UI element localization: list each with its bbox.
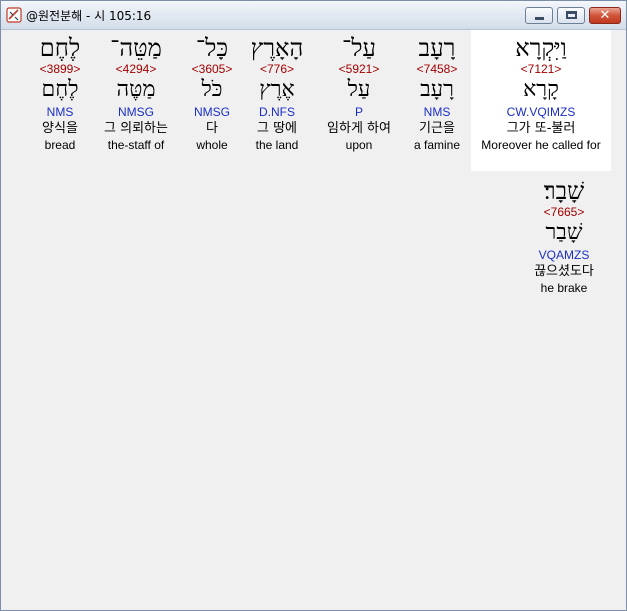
main-window: @원전분해 - 시 105:16 ✕ וַיִּקְרָא <7121> קָר… (0, 0, 627, 611)
korean-gloss: 그 의뢰하는 (104, 121, 168, 136)
word-card[interactable]: מַטֵּה־ <4294> מַטֶּה NMSG 그 의뢰하는 the-st… (93, 34, 179, 153)
strong-number[interactable]: <3605> (185, 62, 239, 76)
morphology-code: NMSG (194, 105, 230, 119)
maximize-icon (566, 11, 577, 19)
hebrew-root: אֶרֶץ (259, 77, 295, 102)
word-card[interactable]: כָּל־ <3605> כֹּל NMSG 다 whole (185, 34, 239, 153)
korean-gloss: 임하게 하여 (327, 121, 391, 136)
word-card[interactable]: שָׁבָר׃ <7665> שָׁבַר VQAMZS 끊으셨도다 he br… (519, 177, 609, 296)
morphology-code: NMSG (118, 105, 154, 119)
english-gloss: the-staff of (107, 138, 165, 152)
morphology-code: VQAMZS (538, 248, 590, 262)
hebrew-root: שָׁבַר (545, 220, 583, 245)
english-gloss: a famine (413, 138, 461, 152)
korean-gloss: 기근을 (419, 121, 455, 136)
korean-gloss: 양식을 (42, 121, 78, 136)
hebrew-word: הָאָרֶץ (250, 34, 304, 62)
minimize-icon (535, 17, 544, 20)
word-card[interactable]: הָאָרֶץ <776> אֶרֶץ D.NFS 그 땅에 the land (244, 34, 310, 153)
word-card[interactable]: עַל־ <5921> עַל P 임하게 하여 upon (315, 34, 403, 153)
english-gloss: the land (255, 138, 299, 152)
hebrew-root: מַטֶּה (116, 77, 156, 102)
close-icon: ✕ (599, 8, 611, 23)
close-button[interactable]: ✕ (589, 7, 621, 24)
maximize-button[interactable] (557, 7, 585, 24)
hebrew-root: לֶחֶם (41, 77, 79, 102)
hebrew-word: רָעָב (418, 34, 456, 62)
app-icon (6, 7, 22, 23)
strong-number[interactable]: <4294> (93, 62, 179, 76)
hebrew-word: עַל־ (342, 34, 376, 62)
strong-number[interactable]: <7458> (403, 62, 471, 76)
hebrew-root: עַל (347, 77, 371, 102)
english-gloss: Moreover he called for (481, 138, 601, 152)
english-gloss: upon (345, 138, 373, 152)
window-title: @원전분해 - 시 105:16 (26, 9, 152, 23)
hebrew-root: כֹּל (201, 77, 223, 102)
korean-gloss: 그 땅에 (256, 121, 297, 136)
title-bar[interactable]: @원전분해 - 시 105:16 ✕ (1, 1, 626, 30)
korean-gloss: 그가 또-불러 (506, 121, 576, 136)
hebrew-root: רָעָב (420, 77, 454, 102)
minimize-button[interactable] (525, 7, 553, 24)
strong-number[interactable]: <776> (244, 62, 310, 76)
english-gloss: he brake (540, 281, 588, 295)
hebrew-word: שָׁבָר׃ (543, 177, 585, 205)
strong-number[interactable]: <7665> (519, 205, 609, 219)
hebrew-word: לֶחֶם (39, 34, 81, 62)
english-gloss: bread (44, 138, 76, 152)
word-card[interactable]: רָעָב <7458> רָעָב NMS 기근을 a famine (403, 34, 471, 153)
word-card[interactable]: וַיִּקְרָא <7121> קָרָא CW.VQIMZS 그가 또-불… (471, 34, 611, 153)
strong-number[interactable]: <3899> (29, 62, 91, 76)
word-card[interactable]: לֶחֶם <3899> לֶחֶם NMS 양식을 bread (29, 34, 91, 153)
korean-gloss: 다 (206, 121, 218, 136)
analysis-panel: וַיִּקְרָא <7121> קָרָא CW.VQIMZS 그가 또-불… (1, 30, 626, 610)
hebrew-root: קָרָא (523, 77, 559, 102)
morphology-code: NMS (423, 105, 451, 119)
morphology-code: D.NFS (259, 105, 295, 119)
korean-gloss: 끊으셨도다 (534, 264, 594, 279)
morphology-code: CW.VQIMZS (506, 105, 576, 119)
hebrew-word: וַיִּקְרָא (515, 34, 567, 62)
hebrew-word: כָּל־ (195, 34, 229, 62)
hebrew-word: מַטֵּה־ (110, 34, 162, 62)
morphology-code: NMS (46, 105, 74, 119)
morphology-code: P (354, 105, 363, 119)
english-gloss: whole (196, 138, 228, 152)
strong-number[interactable]: <7121> (471, 62, 611, 76)
strong-number[interactable]: <5921> (315, 62, 403, 76)
